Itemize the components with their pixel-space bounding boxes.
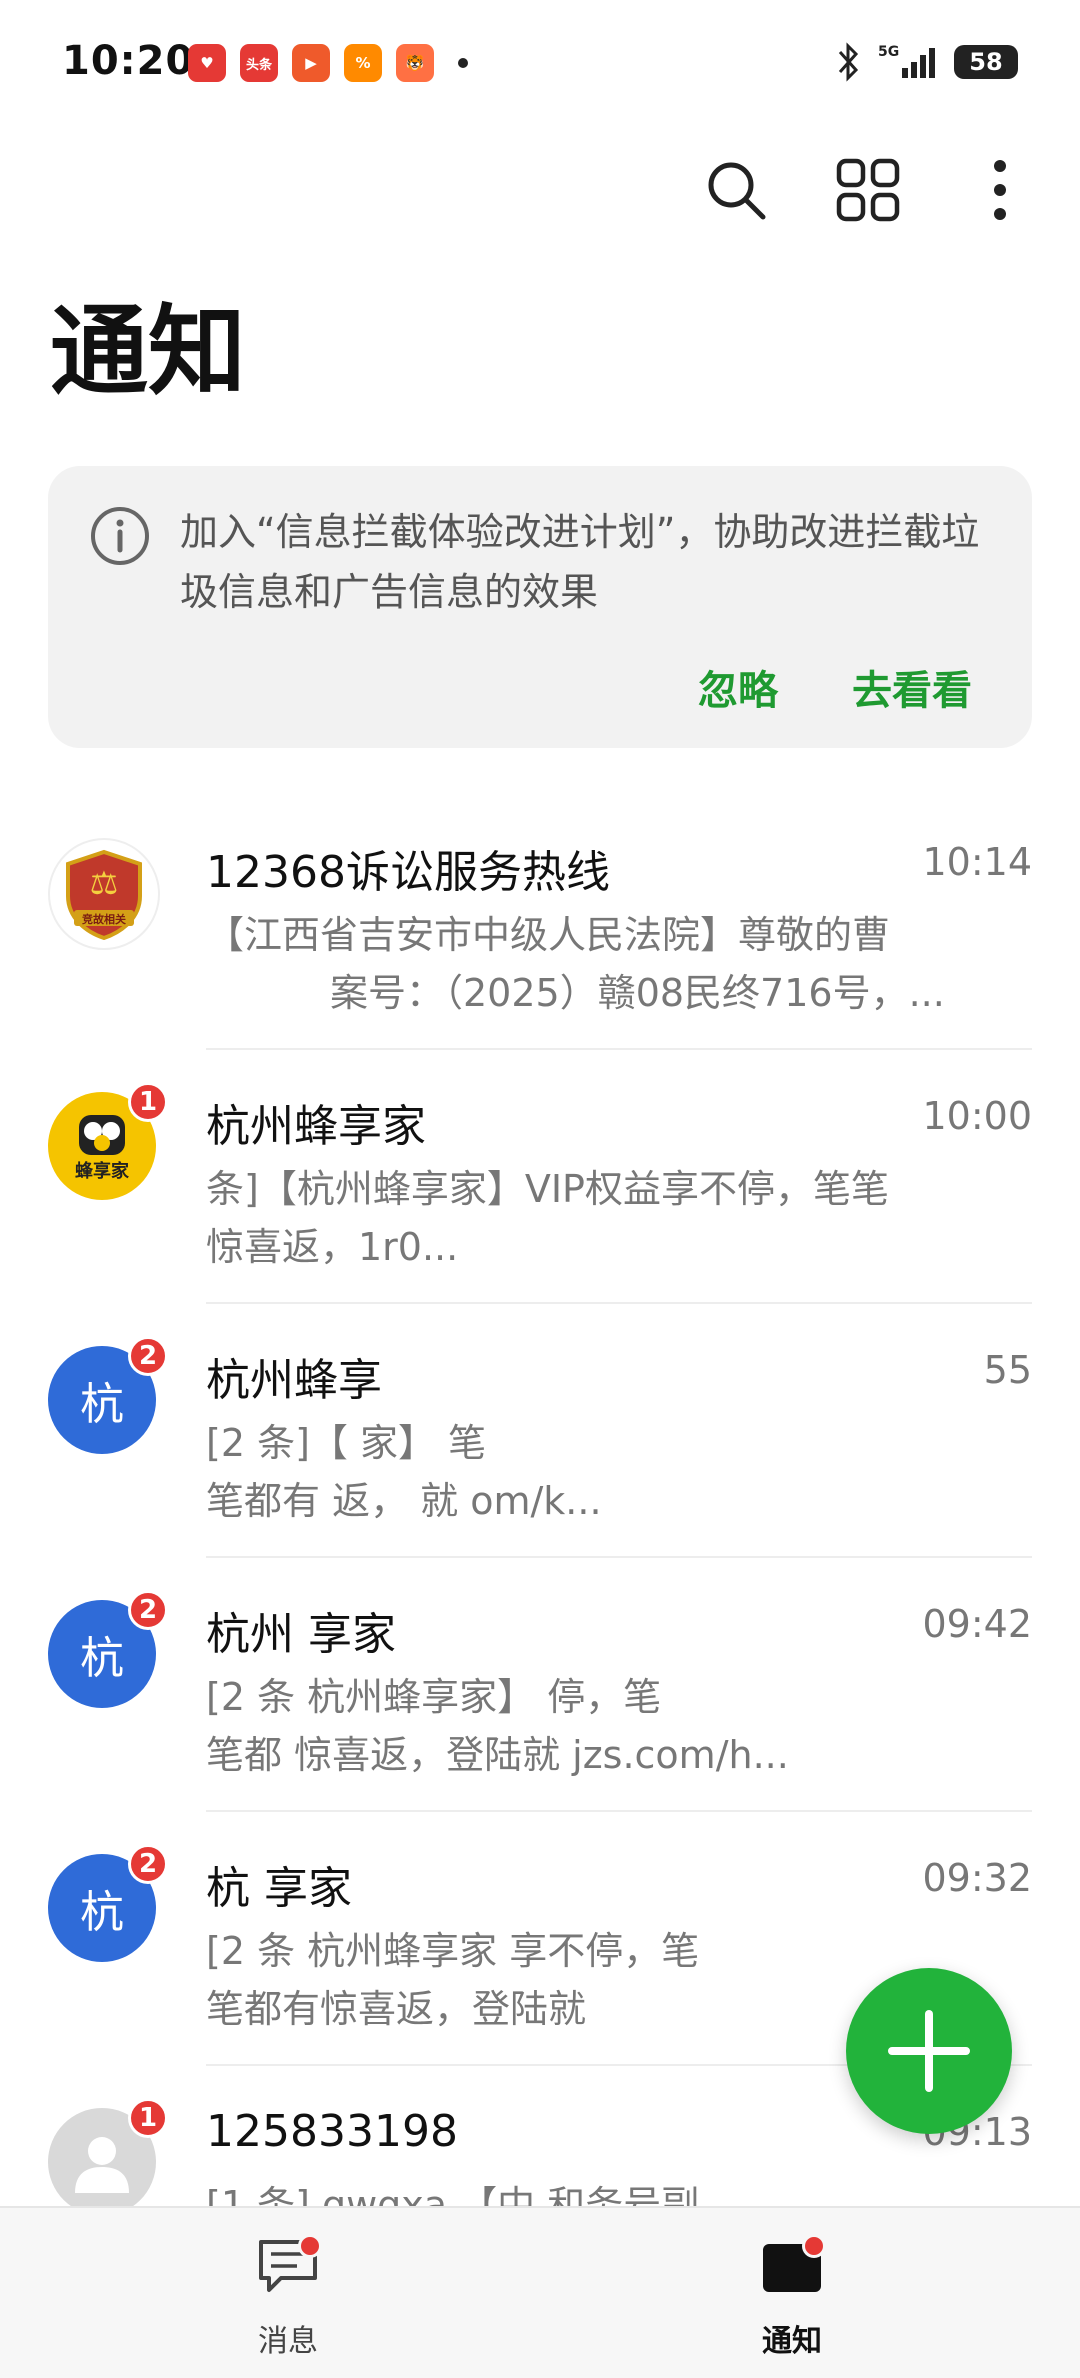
bottom-nav: 消息 通知 <box>0 2206 1080 2378</box>
avatar-initial: 杭 <box>80 1379 124 1430</box>
list-item[interactable]: 蜂享家 1 杭州蜂享家 10:00 条]【杭州蜂享家】VIP权益享不停，笔笔 惊… <box>0 1050 1080 1304</box>
grid-icon <box>836 158 900 222</box>
header-actions <box>696 150 1040 230</box>
notice-tab-icon <box>752 2232 832 2302</box>
tab-label: 消息 <box>258 2324 318 2359</box>
list-item[interactable]: 杭 2 杭州 享家 09:42 [2 条 杭州蜂享家】 停，笔 笔都 惊喜返，登… <box>0 1558 1080 1812</box>
message-preview: 笔都有 返， 就 om/k... <box>206 1479 602 1523</box>
plus-icon <box>888 2010 970 2092</box>
sender-name: 杭州 享家 <box>206 1609 396 1660</box>
avatar-initial: 杭 <box>80 1887 124 1938</box>
message-preview: 笔都 惊喜返，登陆就 jzs.com/h... <box>206 1733 789 1777</box>
sender-name: 125833198 <box>206 2106 458 2157</box>
svg-text:⚖: ⚖ <box>90 864 119 902</box>
battery-indicator: 58 <box>954 45 1018 79</box>
message-time: 09:42 <box>922 1602 1032 1646</box>
person-icon <box>75 2137 129 2193</box>
unread-badge: 2 <box>128 1590 168 1630</box>
heart-app-icon: ♥ <box>188 44 226 82</box>
status-time: 10:20 <box>62 38 195 84</box>
message-time: 55 <box>983 1348 1032 1392</box>
toutiao-app-icon: 头条 <box>240 44 278 82</box>
search-icon <box>708 162 766 220</box>
system-status: 5G 58 <box>834 42 1018 82</box>
court-emblem-icon: ⚖ 竞故相关 <box>66 849 142 940</box>
signal-icon: 5G <box>878 44 935 78</box>
grid-button[interactable] <box>828 150 908 230</box>
compose-button[interactable] <box>846 1968 1012 2134</box>
svg-text:竞故相关: 竞故相关 <box>82 912 126 926</box>
avatar: 杭 2 <box>48 1336 168 1454</box>
sender-name: 杭 享家 <box>206 1863 352 1914</box>
video-app-icon: ▶ <box>292 44 330 82</box>
list-item[interactable]: ⚖ 竞故相关 12368诉讼服务热线 10:14 【江西省吉安市中级人民法院】尊… <box>0 796 1080 1050</box>
message-preview: [2 条 杭州蜂享家 享不停，笔 <box>206 1929 700 1973</box>
tab-label: 通知 <box>762 2324 822 2359</box>
unread-badge: 2 <box>128 1844 168 1884</box>
message-time: 10:14 <box>922 840 1032 884</box>
svg-text:蜂享家: 蜂享家 <box>75 1160 130 1182</box>
status-bar: 10:20 ♥ 头条 ▶ % 🐯 5G 58 <box>0 0 1080 130</box>
svg-text:5G: 5G <box>878 44 899 60</box>
message-preview: 条]【杭州蜂享家】VIP权益享不停，笔笔 <box>206 1167 889 1211</box>
notification-icons: ♥ 头条 ▶ % 🐯 <box>188 44 468 82</box>
go-look-button[interactable]: 去看看 <box>852 658 972 716</box>
messages-tab-icon <box>248 2232 328 2302</box>
message-preview: 【江西省吉安市中级人民法院】尊敬的曹 <box>206 913 891 957</box>
bluetooth-icon <box>838 42 859 82</box>
avatar: 蜂享家 1 <box>48 1082 168 1200</box>
unread-badge: 2 <box>128 1336 168 1376</box>
avatar: 杭 2 <box>48 1590 168 1708</box>
unread-dot <box>802 2234 826 2258</box>
unread-badge: 1 <box>128 1082 168 1122</box>
intercept-plan-banner: 加入“信息拦截体验改进计划”，协助改进拦截垃圾信息和广告信息的效果 忽略 去看看 <box>48 466 1032 748</box>
list-item[interactable]: 杭 2 杭州蜂享 55 [2 条]【 家】 笔 笔都有 返， 就 om/k... <box>0 1304 1080 1558</box>
unread-dot <box>298 2234 322 2258</box>
message-preview: 惊喜返，1r0... <box>206 1225 459 1269</box>
tiger-app-icon: 🐯 <box>396 44 434 82</box>
sender-name: 12368诉讼服务热线 <box>206 847 610 898</box>
more-options-button[interactable] <box>960 150 1040 230</box>
message-time: 09:32 <box>922 1856 1032 1900</box>
message-preview: [2 条]【 家】 笔 <box>206 1421 487 1465</box>
info-icon <box>91 507 149 565</box>
message-time: 10:00 <box>922 1094 1032 1138</box>
banner-text: 加入“信息拦截体验改进计划”，协助改进拦截垃圾信息和广告信息的效果 <box>180 510 980 614</box>
tab-messages[interactable]: 消息 <box>208 2232 368 2360</box>
sender-name: 杭州蜂享家 <box>206 1101 426 1152</box>
tab-notifications[interactable]: 通知 <box>712 2232 872 2360</box>
avatar: 杭 2 <box>48 1844 168 1962</box>
ignore-button[interactable]: 忽略 <box>698 658 778 716</box>
avatar-initial: 杭 <box>80 1633 124 1684</box>
more-notifications-dot <box>458 58 468 68</box>
sender-name: 杭州蜂享 <box>206 1355 382 1406</box>
avatar: ⚖ 竞故相关 <box>48 838 160 950</box>
avatar: 1 <box>48 2098 168 2216</box>
search-button[interactable] <box>696 150 776 230</box>
shopping-app-icon: % <box>344 44 382 82</box>
unread-badge: 1 <box>128 2098 168 2138</box>
page-title: 通知 <box>50 295 247 409</box>
message-preview: 案号：（2025）赣08民终716号，... <box>330 971 945 1015</box>
more-icon <box>994 160 1006 220</box>
message-preview: [2 条 杭州蜂享家】 停，笔 <box>206 1675 662 1719</box>
